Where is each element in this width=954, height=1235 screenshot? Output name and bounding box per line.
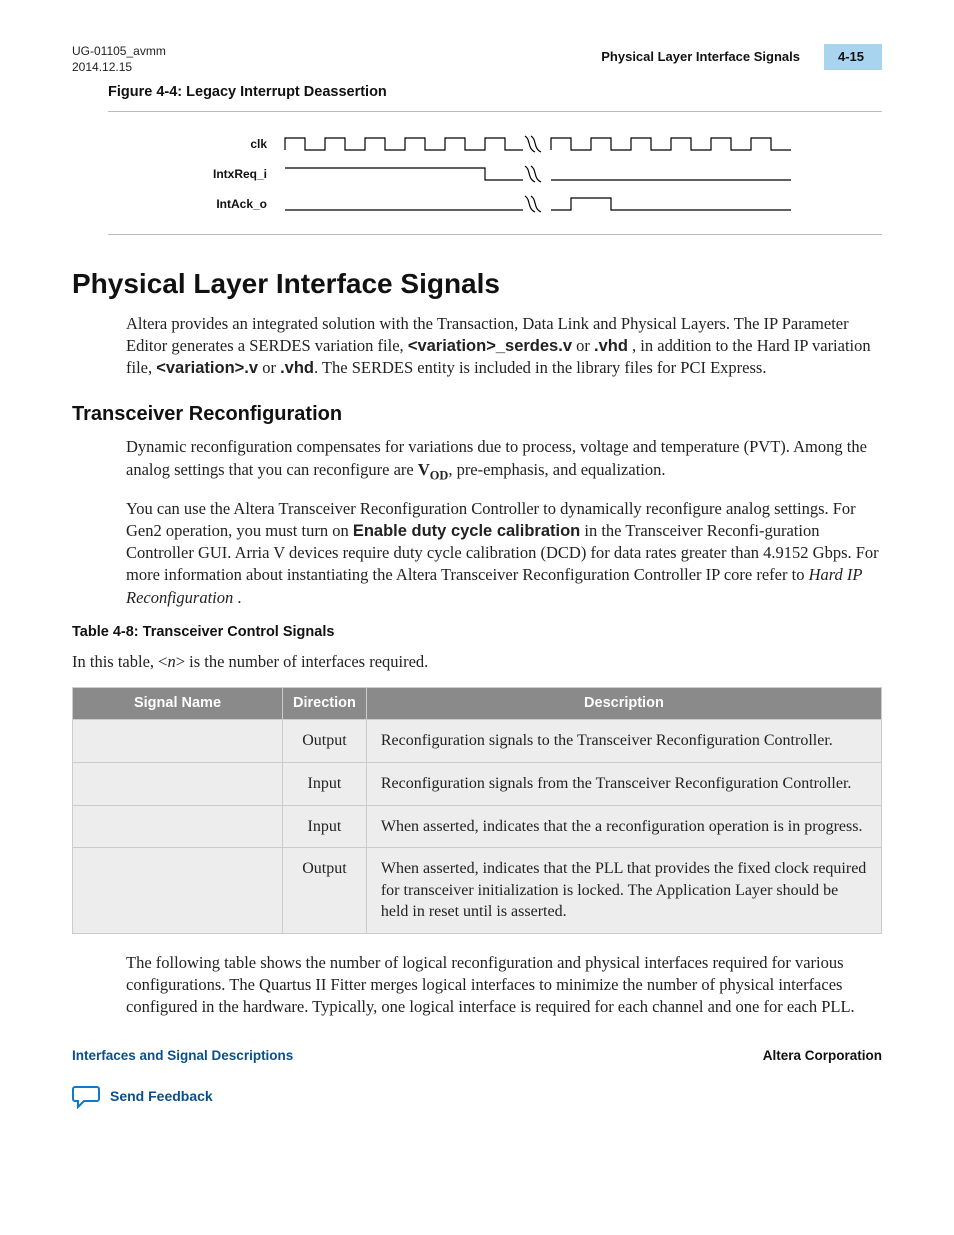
text: . The SERDES entity is included in the l… (314, 358, 766, 377)
filename: .vhd (594, 337, 628, 355)
cell-signal-name (73, 762, 283, 805)
figure-caption: Figure 4-4: Legacy Interrupt Deassertion (108, 83, 882, 103)
cell-signal-name (73, 805, 283, 848)
table-row: Input Reconfiguration signals from the T… (73, 762, 882, 805)
timing-diagram: clk IntxReq_i IntAck_o (108, 111, 882, 235)
text: , pre-emphasis, and equalization. (448, 460, 665, 479)
th-signal-name: Signal Name (73, 687, 283, 720)
text: . (233, 588, 241, 607)
reconfig-para-2: You can use the Altera Transceiver Recon… (126, 498, 882, 609)
n-var: n (167, 652, 175, 671)
text: In this table, < (72, 652, 167, 671)
cell-signal-name (73, 848, 283, 934)
table-caption: Table 4-8: Transceiver Control Signals (72, 623, 882, 643)
th-direction: Direction (283, 687, 367, 720)
vod-symbol: VOD (418, 460, 448, 479)
timing-label-clk: clk (250, 137, 267, 151)
subsection-heading: Transceiver Reconfiguration (72, 401, 882, 428)
cell-direction: Input (283, 805, 367, 848)
table-header-row: Signal Name Direction Description (73, 687, 882, 720)
table-row: Output Reconfiguration signals to the Tr… (73, 720, 882, 763)
text: or (258, 358, 280, 377)
timing-svg: clk IntxReq_i IntAck_o (175, 130, 815, 220)
th-description: Description (366, 687, 881, 720)
clk-wave (285, 138, 791, 150)
intxreq-wave (285, 168, 791, 180)
footer-chapter-link[interactable]: Interfaces and Signal Descriptions (72, 1047, 293, 1065)
doc-date: 2014.12.15 (72, 60, 166, 76)
table-row: Input When asserted, indicates that the … (73, 805, 882, 848)
filename: .vhd (280, 359, 314, 377)
text: > is the number of interfaces required. (176, 652, 429, 671)
timing-label-intxreq: IntxReq_i (213, 167, 267, 181)
break-marks (525, 136, 541, 212)
cell-description: When asserted, indicates that the PLL th… (366, 848, 881, 934)
reconfig-para-1: Dynamic reconfiguration compensates for … (126, 436, 882, 483)
cell-direction: Input (283, 762, 367, 805)
feedback-label: Send Feedback (110, 1087, 213, 1106)
page-number-badge: 4-15 (824, 44, 882, 70)
page-footer: Interfaces and Signal Descriptions Alter… (72, 1047, 882, 1065)
speech-bubble-icon (72, 1085, 100, 1109)
intack-wave (285, 198, 791, 210)
filename: <variation>_serdes.v (408, 337, 572, 355)
cell-direction: Output (283, 848, 367, 934)
timing-label-intack: IntAck_o (216, 197, 267, 211)
cell-signal-name (73, 720, 283, 763)
cell-description: Reconfiguration signals from the Transce… (366, 762, 881, 805)
doc-id: UG-01105_avmm (72, 44, 166, 60)
filename: <variation>.v (156, 359, 258, 377)
section-heading: Physical Layer Interface Signals (72, 265, 882, 303)
cell-direction: Output (283, 720, 367, 763)
footer-company: Altera Corporation (763, 1047, 882, 1065)
send-feedback-link[interactable]: Send Feedback (72, 1085, 882, 1109)
page-header: UG-01105_avmm 2014.12.15 Physical Layer … (72, 44, 882, 75)
cell-description: Reconfiguration signals to the Transceiv… (366, 720, 881, 763)
cell-description: When asserted, indicates that the a reco… (366, 805, 881, 848)
header-section-title: Physical Layer Interface Signals (601, 48, 800, 66)
header-left: UG-01105_avmm 2014.12.15 (72, 44, 166, 75)
text: or (572, 336, 594, 355)
signals-table: Signal Name Direction Description Output… (72, 687, 882, 934)
option-name: Enable duty cycle calibration (353, 522, 580, 540)
table-row: Output When asserted, indicates that the… (73, 848, 882, 934)
header-right: Physical Layer Interface Signals 4-15 (601, 44, 882, 70)
table-intro: In this table, <n> is the number of inte… (72, 651, 882, 673)
intro-paragraph: Altera provides an integrated solution w… (126, 313, 882, 380)
closing-para: The following table shows the number of … (126, 952, 882, 1019)
